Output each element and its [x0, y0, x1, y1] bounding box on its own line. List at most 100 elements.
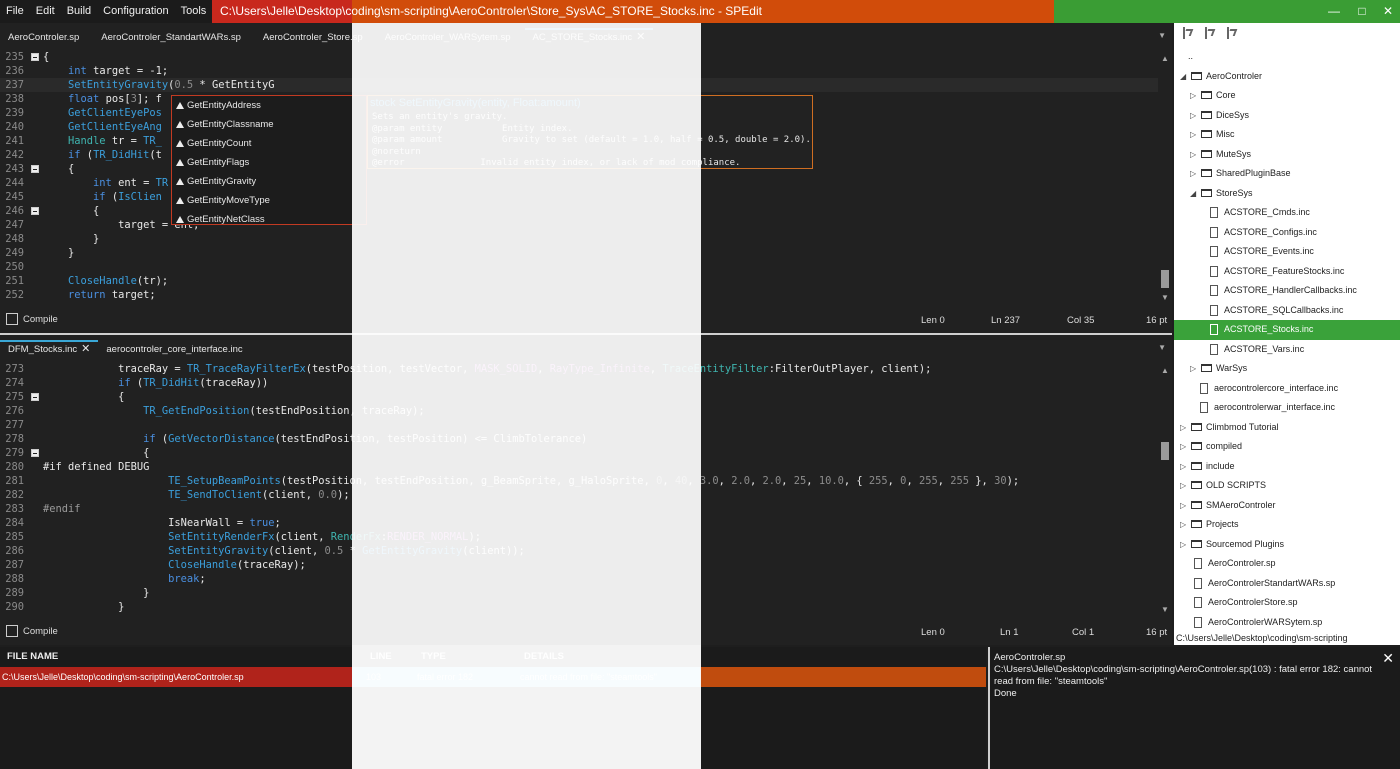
tree-folder-item[interactable]: ▷ WarSys [1174, 359, 1400, 379]
autocomplete-item[interactable]: GetEntityClassname [172, 115, 366, 134]
tab-aerocontroler-standartwars[interactable]: AeroControler_StandartWARs.sp [93, 23, 249, 50]
file-icon [1210, 343, 1218, 355]
chevron-right-icon[interactable]: ▷ [1180, 457, 1186, 477]
tree-folder-item[interactable]: ▷ Climbmod Tutorial [1174, 418, 1400, 438]
compile-checkbox[interactable]: Compile [6, 625, 58, 637]
tab-aerocontroler-core-interface[interactable]: aerocontroler_core_interface.inc [98, 335, 250, 362]
tree-file-item[interactable]: ACSTORE_HandlerCallbacks.inc [1174, 281, 1400, 301]
tree-file-item[interactable]: ACSTORE_Stocks.inc [1174, 320, 1400, 340]
tree-folder-item[interactable]: ◢ AeroControler [1174, 67, 1400, 87]
tree-folder-item[interactable]: ▷ OLD SCRIPTS [1174, 476, 1400, 496]
scroll-up-icon[interactable]: ▲ [1161, 54, 1169, 63]
tree-folder-item[interactable]: ▷ Core [1174, 86, 1400, 106]
scroll-down-icon[interactable]: ▼ [1161, 605, 1169, 614]
checkbox-icon[interactable] [6, 313, 18, 325]
close-tab-icon[interactable]: ✕ [81, 343, 90, 355]
tree-file-item[interactable]: AeroControler.sp [1174, 554, 1400, 574]
vertical-scrollbar-bottom[interactable]: ▲ ▼ [1158, 362, 1172, 618]
folder-icon [1191, 71, 1202, 80]
tab-strip-bottom: DFM_Stocks.inc ✕ aerocontroler_core_inter… [0, 335, 1172, 362]
tree-folder-item[interactable]: ▷ DiceSys [1174, 106, 1400, 126]
column-header-file-name[interactable]: FILE NAME [7, 647, 58, 667]
tree-folder-item[interactable]: .. [1174, 47, 1400, 67]
autocomplete-item[interactable]: GetEntityFlags [172, 153, 366, 172]
tree-file-item[interactable]: AeroControlerStore.sp [1174, 593, 1400, 613]
menu-tools[interactable]: Tools [175, 0, 213, 23]
tree-folder-item[interactable]: ▷ Projects [1174, 515, 1400, 535]
branch-icon[interactable] [1224, 26, 1238, 40]
chevron-right-icon[interactable]: ▷ [1180, 476, 1186, 496]
tree-file-item[interactable]: ACSTORE_Cmds.inc [1174, 203, 1400, 223]
maximize-button[interactable]: □ [1352, 0, 1372, 23]
tree-folder-item[interactable]: ▷ Sourcemod Plugins [1174, 535, 1400, 555]
chevron-down-icon[interactable]: ◢ [1190, 184, 1196, 204]
tree-folder-item[interactable]: ▷ SMAeroControler [1174, 496, 1400, 516]
autocomplete-item[interactable]: GetEntityGravity [172, 172, 366, 191]
tree-folder-item[interactable]: ▷ MuteSys [1174, 145, 1400, 165]
scroll-thumb[interactable] [1161, 442, 1169, 460]
chevron-right-icon[interactable]: ▷ [1190, 164, 1196, 184]
close-tab-icon[interactable]: ✕ [636, 31, 645, 43]
tree-file-item[interactable]: ACSTORE_Configs.inc [1174, 223, 1400, 243]
column-header-type[interactable]: TYPE [421, 647, 446, 667]
tree-file-item[interactable]: AeroControlerWARSytem.sp [1174, 613, 1400, 633]
tree-folder-item[interactable]: ◢ StoreSys [1174, 184, 1400, 204]
scroll-down-icon[interactable]: ▼ [1161, 293, 1169, 302]
minimize-button[interactable]: — [1324, 0, 1344, 23]
tree-file-item[interactable]: AeroControlerStandartWARs.sp [1174, 574, 1400, 594]
tree-folder-item[interactable]: ▷ include [1174, 457, 1400, 477]
tree-file-item[interactable]: ACSTORE_FeatureStocks.inc [1174, 262, 1400, 282]
code-editor-bottom[interactable]: 273 traceRay = TR_TraceRayFilterEx(testP… [0, 362, 1158, 618]
branch-icon[interactable] [1180, 26, 1194, 40]
chevron-right-icon[interactable]: ▷ [1180, 535, 1186, 555]
tree-folder-item[interactable]: ▷ Misc [1174, 125, 1400, 145]
menu-edit[interactable]: Edit [30, 0, 61, 23]
tree-folder-item[interactable]: ▷ compiled [1174, 437, 1400, 457]
tab-ac-store-stocks[interactable]: AC_STORE_Stocks.inc ✕ [524, 23, 654, 50]
autocomplete-item[interactable]: GetEntityAddress [172, 96, 366, 115]
menu-file[interactable]: File [0, 0, 30, 23]
tree-item-label: ACSTORE_FeatureStocks.inc [1224, 265, 1345, 276]
tabs-dropdown-icon[interactable]: ▼ [1158, 343, 1166, 352]
chevron-right-icon[interactable]: ▷ [1180, 418, 1186, 438]
chevron-right-icon[interactable]: ▷ [1190, 125, 1196, 145]
vertical-scrollbar-top[interactable]: ▲ ▼ [1158, 50, 1172, 306]
branch-icon[interactable] [1202, 26, 1216, 40]
chevron-right-icon[interactable]: ▷ [1190, 106, 1196, 126]
tabs-dropdown-icon[interactable]: ▼ [1158, 31, 1166, 40]
checkbox-icon[interactable] [6, 625, 18, 637]
editor-pane-bottom: DFM_Stocks.inc ✕ aerocontroler_core_inter… [0, 335, 1172, 645]
tree-file-item[interactable]: ACSTORE_Vars.inc [1174, 340, 1400, 360]
close-icon[interactable]: ✕ [1382, 650, 1394, 667]
tab-dfm-stocks[interactable]: DFM_Stocks.inc ✕ [0, 335, 99, 362]
chevron-right-icon[interactable]: ▷ [1190, 86, 1196, 106]
chevron-right-icon[interactable]: ▷ [1180, 515, 1186, 535]
tree-item-label: AeroControlerStore.sp [1208, 597, 1298, 607]
tree-file-item[interactable]: aerocontrolerwar_interface.inc [1174, 398, 1400, 418]
table-row[interactable]: C:\Users\Jelle\Desktop\coding\sm-scripti… [0, 667, 986, 687]
tree-file-item[interactable]: ACSTORE_Events.inc [1174, 242, 1400, 262]
folder-icon [1191, 500, 1202, 509]
column-header-line[interactable]: LINE [370, 647, 392, 667]
scroll-up-icon[interactable]: ▲ [1161, 366, 1169, 375]
autocomplete-item[interactable]: GetEntityNetClass [172, 210, 366, 229]
tree-file-item[interactable]: aerocontrolercore_interface.inc [1174, 379, 1400, 399]
tab-aerocontroler-sp[interactable]: AeroControler.sp [0, 23, 87, 50]
tree-folder-item[interactable]: ▷ SharedPluginBase [1174, 164, 1400, 184]
menu-configuration[interactable]: Configuration [97, 0, 174, 23]
compile-checkbox[interactable]: Compile [6, 313, 58, 325]
autocomplete-item[interactable]: GetEntityCount [172, 134, 366, 153]
chevron-down-icon[interactable]: ◢ [1180, 67, 1186, 87]
scroll-thumb[interactable] [1161, 270, 1169, 288]
chevron-right-icon[interactable]: ▷ [1190, 359, 1196, 379]
chevron-right-icon[interactable]: ▷ [1180, 437, 1186, 457]
tree-file-item[interactable]: ACSTORE_SQLCallbacks.inc [1174, 301, 1400, 321]
tab-aerocontroler-store[interactable]: AeroControler_Store.sp [255, 23, 371, 50]
close-window-button[interactable]: ✕ [1378, 0, 1398, 23]
chevron-right-icon[interactable]: ▷ [1180, 496, 1186, 516]
column-header-details[interactable]: DETAILS [524, 647, 564, 667]
autocomplete-item[interactable]: GetEntityMoveType [172, 191, 366, 210]
chevron-right-icon[interactable]: ▷ [1190, 145, 1196, 165]
menu-build[interactable]: Build [61, 0, 97, 23]
tab-aerocontroler-warsytem[interactable]: AeroControler_WARSytem.sp [377, 23, 519, 50]
